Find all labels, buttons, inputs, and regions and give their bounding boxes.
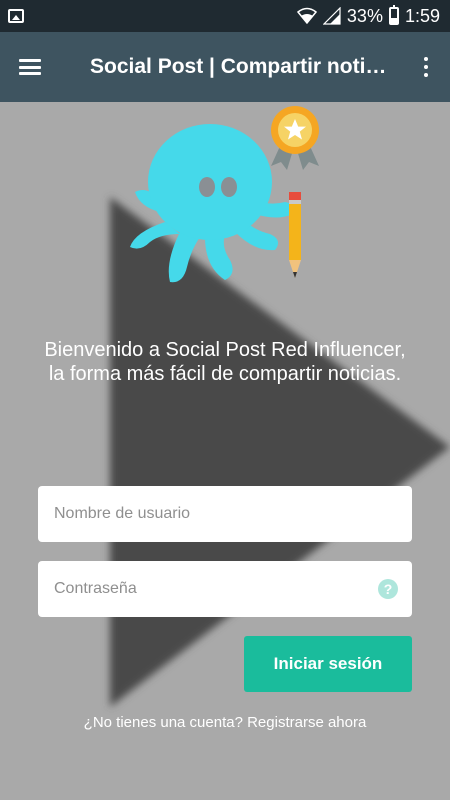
status-bar: 33% 1:59 [0,0,450,32]
battery-percent: 33% [346,5,383,26]
battery-icon [388,5,399,25]
octopus-mascot-logo [130,106,319,283]
app-bar: Social Post | Compartir noti… [0,32,450,102]
username-field[interactable] [38,486,412,542]
gallery-icon [8,9,24,23]
help-icon[interactable]: ? [378,579,398,599]
hamburger-menu-icon [19,59,41,75]
login-button[interactable]: Iniciar sesión [244,636,412,692]
app-title: Social Post | Compartir noti… [90,55,387,78]
wifi-icon [296,7,317,25]
clock: 1:59 [404,5,440,26]
login-content: Bienvenido a Social Post Red Influencer,… [0,102,450,800]
menu-button[interactable] [0,32,60,102]
signal-icon [322,7,341,25]
username-input[interactable] [52,504,398,524]
welcome-line-2: la forma más fácil de compartir noticias… [48,363,402,385]
welcome-line-1: Bienvenido a Social Post Red Influencer, [44,339,406,361]
welcome-message: Bienvenido a Social Post Red Influencer,… [40,338,410,386]
password-input[interactable] [52,579,378,599]
register-link[interactable]: ¿No tienes una cuenta? Registrarse ahora [0,714,450,731]
more-vert-icon [424,57,428,77]
overflow-menu-button[interactable] [402,32,450,102]
password-field[interactable]: ? [38,561,412,617]
